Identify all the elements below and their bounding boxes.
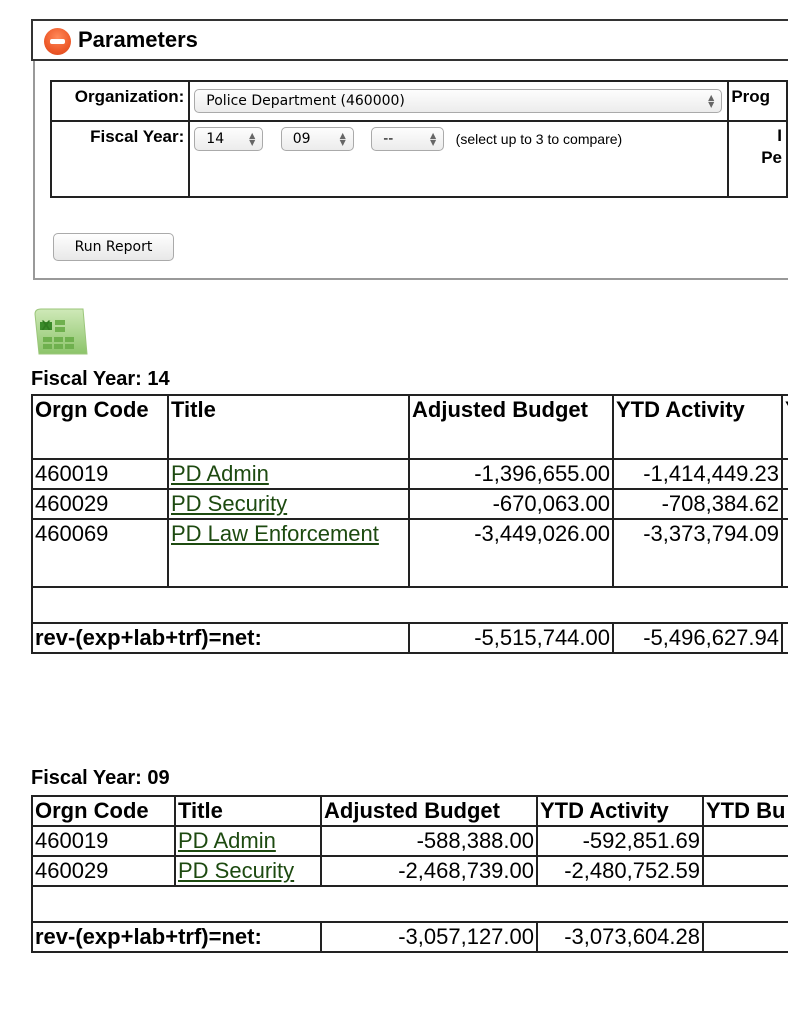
- empty-cell: [781, 622, 788, 654]
- orgn-code: 460029: [31, 855, 176, 887]
- column-header-truncated: YTD Bu: [702, 795, 788, 827]
- fiscal-year-14-heading: Fiscal Year: 14: [31, 368, 170, 390]
- organization-select[interactable]: Police Department (460000) ▲ ▼: [194, 89, 723, 113]
- empty-cell: [702, 855, 788, 887]
- fiscal-year-select-3-value: --: [383, 131, 394, 147]
- column-header-adjusted-budget: Adjusted Budget: [408, 394, 614, 460]
- column-header-ytd-activity: YTD Activity: [536, 795, 704, 827]
- select-arrows-icon: ▲ ▼: [430, 131, 437, 147]
- empty-cell: [781, 458, 788, 490]
- fiscal-year-select-1[interactable]: 14 ▲ ▼: [194, 127, 264, 151]
- parameters-header[interactable]: Parameters: [31, 19, 788, 61]
- ytd-activity: -3,373,794.09: [612, 518, 783, 588]
- select-arrows-icon: ▲ ▼: [339, 131, 346, 147]
- orgn-code: 460019: [31, 458, 169, 490]
- table-row: 460069 PD Law Enforcement -3,449,026.00 …: [31, 518, 788, 588]
- ytd-activity: -2,480,752.59: [536, 855, 704, 887]
- column-header-truncated: Y: [781, 394, 788, 460]
- period-label-line-2: Pe: [761, 148, 782, 167]
- column-header-title: Title: [174, 795, 322, 827]
- fiscal-year-select-1-value: 14: [206, 131, 225, 147]
- empty-cell: [702, 921, 788, 953]
- net-adjusted-budget: -3,057,127.00: [320, 921, 538, 953]
- adjusted-budget: -588,388.00: [320, 825, 538, 857]
- net-label: rev-(exp+lab+trf)=net:: [31, 622, 410, 654]
- column-header-ytd-activity: YTD Activity: [612, 394, 783, 460]
- fiscal-year-select-2[interactable]: 09 ▲ ▼: [280, 127, 354, 151]
- program-label: Prog: [727, 80, 788, 122]
- fiscal-year-label: Fiscal Year:: [49, 120, 191, 198]
- fiscal-year-select-3[interactable]: -- ▲ ▼: [371, 127, 445, 151]
- net-label: rev-(exp+lab+trf)=net:: [31, 921, 322, 953]
- adjusted-budget: -1,396,655.00: [408, 458, 614, 490]
- run-report-button[interactable]: Run Report: [53, 233, 174, 261]
- spacer-cell: [31, 885, 788, 923]
- minus-circle-icon[interactable]: [44, 28, 71, 55]
- empty-cell: [781, 518, 788, 588]
- title-link[interactable]: PD Law Enforcement: [171, 521, 379, 546]
- spacer-row: [31, 586, 788, 624]
- net-row: rev-(exp+lab+trf)=net: -5,515,744.00 -5,…: [31, 622, 788, 654]
- period-label: I Pe: [727, 120, 788, 198]
- orgn-code: 460029: [31, 488, 169, 520]
- table-row: 460029 PD Security -2,468,739.00 -2,480,…: [31, 855, 788, 887]
- select-arrows-icon: ▲ ▼: [708, 93, 715, 109]
- organization-select-value: Police Department (460000): [206, 93, 405, 109]
- title-link[interactable]: PD Security: [171, 491, 287, 516]
- excel-export-icon[interactable]: X: [31, 306, 89, 358]
- table-row: 460019 PD Admin -588,388.00 -592,851.69: [31, 825, 788, 857]
- empty-cell: [781, 488, 788, 520]
- parameters-title: Parameters: [78, 27, 198, 52]
- adjusted-budget: -3,449,026.00: [408, 518, 614, 588]
- net-adjusted-budget: -5,515,744.00: [408, 622, 614, 654]
- orgn-code: 460019: [31, 825, 176, 857]
- title-link[interactable]: PD Admin: [178, 828, 276, 853]
- column-header-title: Title: [167, 394, 410, 460]
- spacer-row: [31, 885, 788, 923]
- net-row: rev-(exp+lab+trf)=net: -3,057,127.00 -3,…: [31, 921, 788, 953]
- title-link[interactable]: PD Admin: [171, 461, 269, 486]
- net-ytd-activity: -3,073,604.28: [536, 921, 704, 953]
- fiscal-year-hint: (select up to 3 to compare): [455, 131, 623, 147]
- adjusted-budget: -670,063.00: [408, 488, 614, 520]
- net-ytd-activity: -5,496,627.94: [612, 622, 783, 654]
- empty-cell: [702, 825, 788, 857]
- fiscal-year-09-heading: Fiscal Year: 09: [31, 767, 170, 789]
- organization-label: Organization:: [49, 80, 191, 122]
- column-header-adjusted-budget: Adjusted Budget: [320, 795, 538, 827]
- ytd-activity: -1,414,449.23: [612, 458, 783, 490]
- period-label-line-1: I: [777, 126, 782, 145]
- ytd-activity: -592,851.69: [536, 825, 704, 857]
- ytd-activity: -708,384.62: [612, 488, 783, 520]
- column-header-orgn-code: Orgn Code: [31, 795, 176, 827]
- parameters-form: Organization: Police Department (460000)…: [49, 80, 788, 198]
- spacer-cell: [31, 586, 788, 624]
- fiscal-year-select-2-value: 09: [292, 131, 311, 147]
- adjusted-budget: -2,468,739.00: [320, 855, 538, 887]
- fiscal-year-14-table: Orgn Code Title Adjusted Budget YTD Acti…: [31, 394, 788, 654]
- select-arrows-icon: ▲ ▼: [249, 131, 256, 147]
- title-link[interactable]: PD Security: [178, 858, 294, 883]
- fiscal-year-09-table: Orgn Code Title Adjusted Budget YTD Acti…: [31, 795, 788, 953]
- table-row: 460019 PD Admin -1,396,655.00 -1,414,449…: [31, 458, 788, 490]
- table-row: 460029 PD Security -670,063.00 -708,384.…: [31, 488, 788, 520]
- svg-text:X: X: [41, 317, 51, 333]
- orgn-code: 460069: [31, 518, 169, 588]
- column-header-orgn-code: Orgn Code: [31, 394, 169, 460]
